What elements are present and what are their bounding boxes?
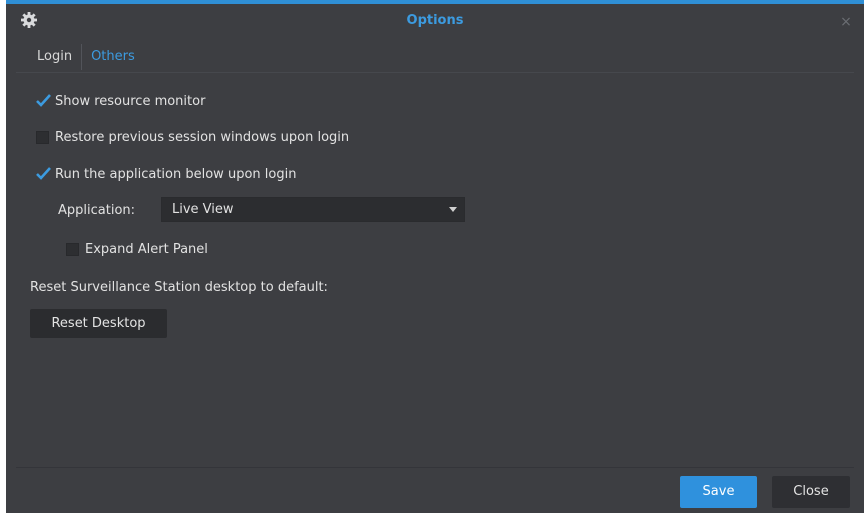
application-label: Application:: [58, 203, 136, 218]
close-button[interactable]: Close: [772, 476, 850, 508]
show-resource-monitor-checkbox[interactable]: [36, 94, 51, 108]
tab-bar: Login Others: [28, 44, 144, 70]
chevron-down-icon: [449, 207, 457, 212]
dialog-title: Options: [406, 13, 464, 28]
show-resource-monitor-option: Show resource monitor: [36, 94, 205, 109]
options-dialog: Options × Login Others Show resource mon…: [6, 0, 864, 513]
run-application-option: Run the application below upon login: [36, 167, 296, 182]
save-button[interactable]: Save: [680, 476, 757, 508]
title-bar: Options ×: [6, 4, 864, 40]
tab-others[interactable]: Others: [82, 44, 144, 70]
tab-divider: [16, 72, 854, 73]
expand-alert-panel-option: Expand Alert Panel: [66, 242, 208, 257]
application-field: Application:: [58, 203, 135, 218]
restore-sessions-checkbox[interactable]: [36, 131, 49, 144]
checkmark-icon: [36, 94, 51, 107]
tab-login[interactable]: Login: [28, 44, 83, 70]
footer-divider: [16, 467, 854, 468]
expand-alert-panel-label: Expand Alert Panel: [85, 242, 208, 257]
run-application-label: Run the application below upon login: [55, 167, 297, 182]
reset-description: Reset Surveillance Station desktop to de…: [30, 280, 328, 295]
reset-section-label: Reset Surveillance Station desktop to de…: [30, 280, 328, 295]
close-icon[interactable]: ×: [840, 15, 852, 29]
application-select[interactable]: Live View: [161, 197, 465, 222]
checkmark-icon: [36, 167, 51, 180]
restore-sessions-label: Restore previous session windows upon lo…: [55, 130, 350, 145]
reset-desktop-button[interactable]: Reset Desktop: [30, 309, 167, 338]
run-application-checkbox[interactable]: [36, 167, 51, 181]
restore-sessions-option: Restore previous session windows upon lo…: [36, 130, 349, 145]
application-select-value: Live View: [172, 202, 234, 217]
show-resource-monitor-label: Show resource monitor: [55, 94, 206, 109]
expand-alert-panel-checkbox[interactable]: [66, 243, 79, 256]
